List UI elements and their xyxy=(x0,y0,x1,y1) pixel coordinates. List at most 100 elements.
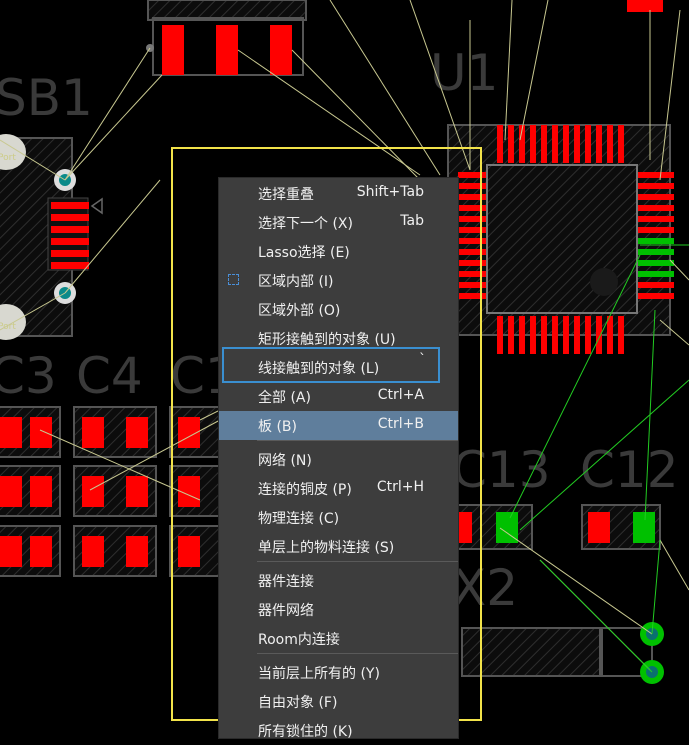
capacitor-pad[interactable] xyxy=(0,476,22,507)
menu-item-label: 连接的铜皮 (P) xyxy=(258,482,352,498)
qfp-pad[interactable] xyxy=(563,125,569,163)
qfp-pad[interactable] xyxy=(497,316,503,354)
qfp-pad[interactable] xyxy=(618,125,624,163)
qfp-pad[interactable] xyxy=(596,125,602,163)
qfp-pad[interactable] xyxy=(638,216,674,222)
qfp-pad[interactable] xyxy=(552,125,558,163)
menu-item-label: 当前层上所有的 (Y) xyxy=(258,666,380,682)
capacitor-pad[interactable] xyxy=(82,417,104,448)
menu-item-all[interactable]: 全部 (A) Ctrl+A xyxy=(219,382,458,411)
qfp-pad[interactable] xyxy=(541,316,547,354)
qfp-pad[interactable] xyxy=(497,125,503,163)
capacitor-pad[interactable] xyxy=(126,476,148,507)
qfp-pad[interactable] xyxy=(574,125,580,163)
capacitor-pad[interactable] xyxy=(82,536,104,567)
qfp-pad[interactable] xyxy=(541,125,547,163)
menu-item-outside-area[interactable]: 区域外部 (O) xyxy=(219,295,458,324)
qfp-pad[interactable] xyxy=(530,125,536,163)
qfp-pad[interactable] xyxy=(638,194,674,200)
menu-item-inside-area[interactable]: 区域内部 (I) xyxy=(219,266,458,295)
qfp-pad[interactable] xyxy=(458,238,486,244)
designator-x2: X2 xyxy=(452,559,518,617)
menu-item-shortcut: Ctrl+A xyxy=(377,387,424,403)
capacitor-array[interactable] xyxy=(0,406,253,577)
capacitor-pad[interactable] xyxy=(30,417,52,448)
menu-item-physical-connection-single-layer[interactable]: 单层上的物料连接 (S) xyxy=(219,532,458,561)
capacitor-pad[interactable] xyxy=(0,417,22,448)
qfp-pad[interactable] xyxy=(508,316,514,354)
qfp-pad[interactable] xyxy=(585,125,591,163)
menu-item-label: Room内连接 xyxy=(258,632,340,648)
capacitor-pad[interactable] xyxy=(82,476,104,507)
menu-item-physical-connection[interactable]: 物理连接 (C) xyxy=(219,503,458,532)
menu-item-select-next[interactable]: 选择下一个 (X) Tab xyxy=(219,208,458,237)
qfp-pad[interactable] xyxy=(530,316,536,354)
qfp-pad[interactable] xyxy=(585,316,591,354)
focus-mark: ` xyxy=(419,352,426,368)
qfp-pad[interactable] xyxy=(563,316,569,354)
menu-item-room-connections[interactable]: Room内连接 xyxy=(219,624,458,653)
qfp-pad[interactable] xyxy=(458,260,486,266)
qfp-pad[interactable] xyxy=(638,205,674,211)
qfp-pad[interactable] xyxy=(458,227,486,233)
qfp-pad[interactable] xyxy=(458,205,486,211)
qfp-pad[interactable] xyxy=(638,293,674,299)
qfp-pad[interactable] xyxy=(596,316,602,354)
menu-item-component-nets[interactable]: 器件网络 xyxy=(219,595,458,624)
menu-item-board[interactable]: 板 (B) Ctrl+B xyxy=(219,411,458,440)
qfp-pad[interactable] xyxy=(552,316,558,354)
menu-item-net[interactable]: 网络 (N) xyxy=(219,445,458,474)
designator-sb1: SB1 xyxy=(0,69,93,127)
svg-text:Port: Port xyxy=(0,322,16,332)
qfp-pad[interactable] xyxy=(638,249,674,255)
capacitor-pad[interactable] xyxy=(178,536,200,567)
qfp-pad[interactable] xyxy=(458,249,486,255)
menu-item-all-locked[interactable]: 所有锁住的 (K) xyxy=(219,716,458,745)
qfp-pad[interactable] xyxy=(458,293,486,299)
capacitor-pad[interactable] xyxy=(30,536,52,567)
menu-item-label: 器件网络 xyxy=(258,603,314,619)
qfp-pad[interactable] xyxy=(638,271,674,277)
qfp-pad[interactable] xyxy=(508,125,514,163)
qfp-pad[interactable] xyxy=(458,172,486,178)
qfp-pad[interactable] xyxy=(638,282,674,288)
menu-item-select-overlapped[interactable]: 选择重叠 Shift+Tab xyxy=(219,179,458,208)
qfp-pad[interactable] xyxy=(638,238,674,244)
component-top-connector[interactable] xyxy=(146,0,307,76)
menu-item-connected-copper[interactable]: 连接的铜皮 (P) Ctrl+H xyxy=(219,474,458,503)
menu-item-shortcut: Tab xyxy=(400,213,424,229)
qfp-pad[interactable] xyxy=(574,316,580,354)
menu-item-label: 区域外部 (O) xyxy=(258,303,341,319)
qfp-pad[interactable] xyxy=(458,194,486,200)
area-select-icon xyxy=(228,274,239,285)
qfp-pad[interactable] xyxy=(607,316,613,354)
menu-item-shortcut: Ctrl+B xyxy=(377,416,424,432)
qfp-pad[interactable] xyxy=(638,227,674,233)
menu-separator xyxy=(257,561,458,562)
capacitor-pad[interactable] xyxy=(126,536,148,567)
qfp-pad[interactable] xyxy=(607,125,613,163)
component-sb1[interactable]: Port Port xyxy=(0,134,103,340)
qfp-pad[interactable] xyxy=(638,183,674,189)
menu-item-all-on-layer[interactable]: 当前层上所有的 (Y) xyxy=(219,658,458,687)
menu-item-free-objects[interactable]: 自由对象 (F) xyxy=(219,687,458,716)
capacitor-pad[interactable] xyxy=(126,417,148,448)
qfp-pad[interactable] xyxy=(638,172,674,178)
qfp-pad[interactable] xyxy=(458,282,486,288)
context-menu-select: 选择重叠 Shift+Tab 选择下一个 (X) Tab Lasso选择 (E) 区域内部… xyxy=(219,178,458,740)
menu-item-component-connections[interactable]: 器件连接 xyxy=(219,566,458,595)
qfp-pad[interactable] xyxy=(638,260,674,266)
qfp-pad[interactable] xyxy=(458,183,486,189)
component-u1[interactable] xyxy=(447,124,674,354)
capacitor-pad[interactable] xyxy=(0,536,22,567)
component-c12[interactable] xyxy=(581,504,661,550)
pad-top-right[interactable] xyxy=(627,0,663,12)
qfp-pad[interactable] xyxy=(458,216,486,222)
menu-item-label: 物理连接 (C) xyxy=(258,511,340,527)
menu-item-lasso-select[interactable]: Lasso选择 (E) xyxy=(219,237,458,266)
qfp-pad[interactable] xyxy=(618,316,624,354)
qfp-pad[interactable] xyxy=(519,316,525,354)
capacitor-pad[interactable] xyxy=(30,476,52,507)
qfp-pad[interactable] xyxy=(458,271,486,277)
menu-item-touching-rectangle[interactable]: 矩形接触到的对象 (U) xyxy=(219,324,458,353)
